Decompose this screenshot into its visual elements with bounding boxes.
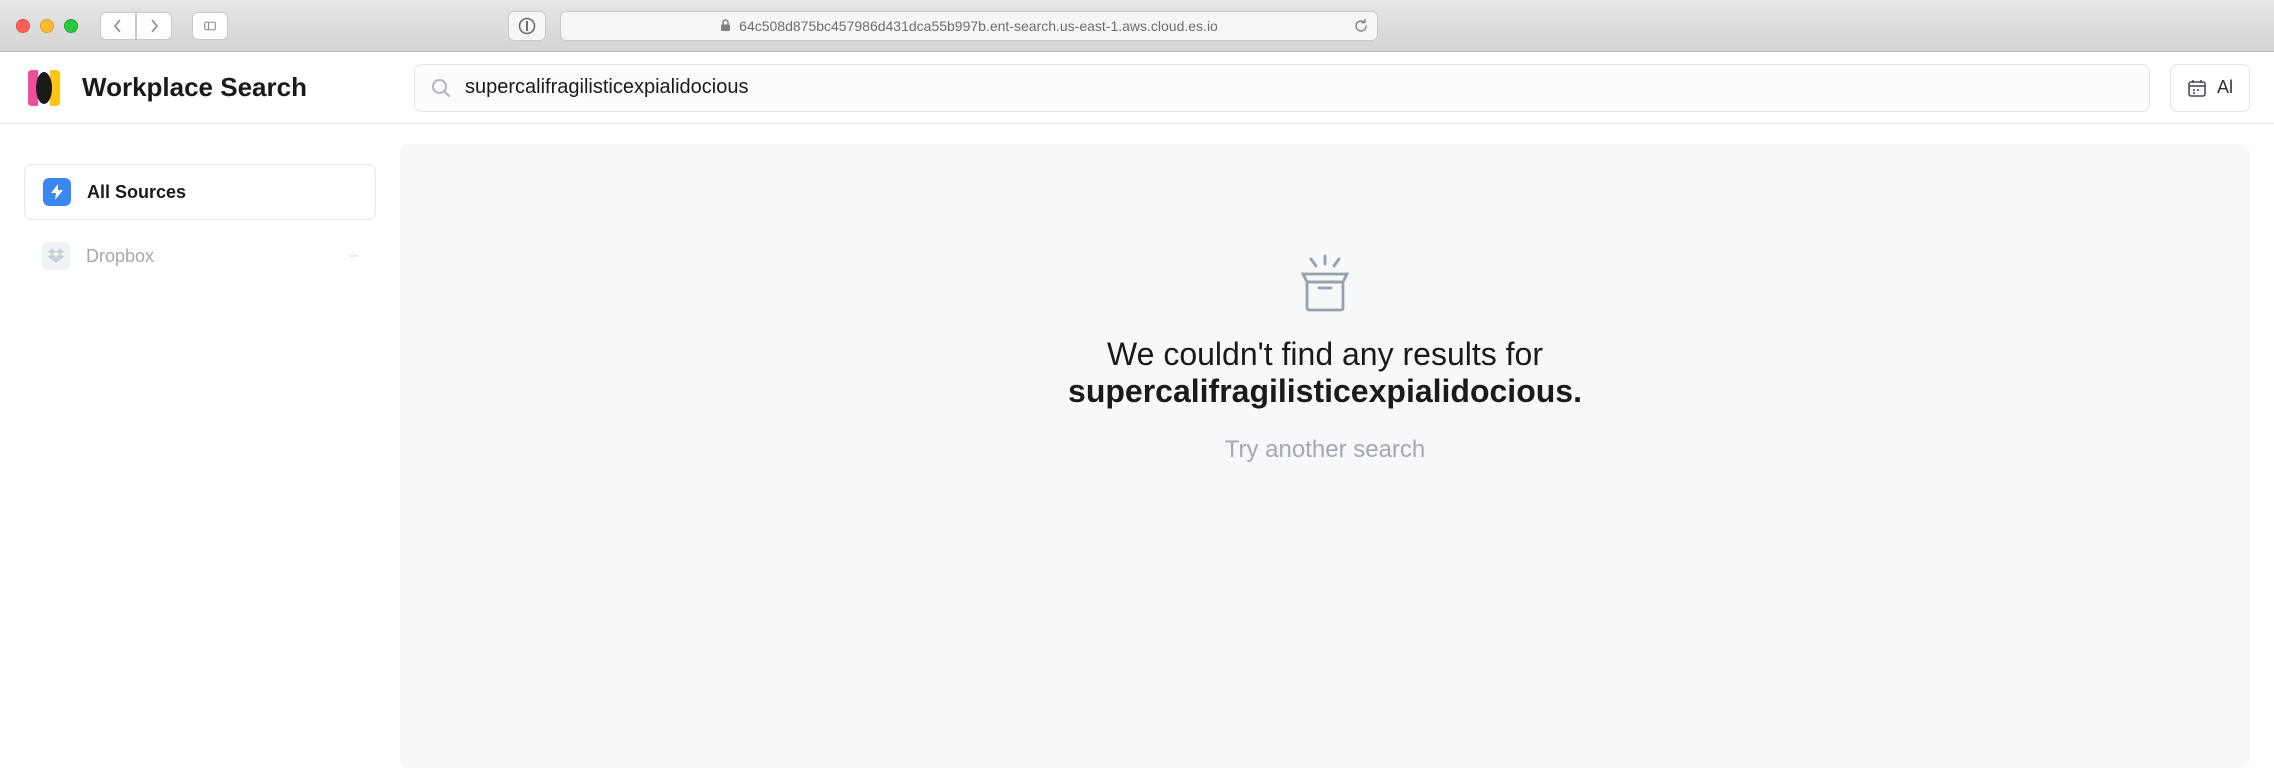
search-input[interactable]: [465, 76, 2133, 99]
lock-icon: [720, 19, 731, 32]
reader-mode-button[interactable]: [508, 11, 546, 41]
sidebar-item-dropbox[interactable]: Dropbox –: [24, 228, 376, 284]
close-window-button[interactable]: [16, 19, 30, 33]
app-title: Workplace Search: [82, 72, 307, 103]
sidebar-toggle-button[interactable]: [192, 12, 228, 40]
search-box[interactable]: [414, 64, 2150, 112]
no-results-hint: Try another search: [1225, 436, 1426, 464]
sidebar-item-label: Dropbox: [86, 246, 154, 267]
dropbox-icon: [42, 242, 70, 270]
maximize-window-button[interactable]: [64, 19, 78, 33]
time-filter-button[interactable]: Al: [2170, 64, 2250, 112]
calendar-icon: [2187, 78, 2207, 98]
sidebar-item-label: All Sources: [87, 182, 186, 203]
results-panel: We couldn't find any results for superca…: [400, 144, 2250, 768]
reload-icon[interactable]: [1353, 18, 1369, 34]
window-controls: [16, 19, 78, 33]
back-button[interactable]: [100, 12, 136, 40]
source-count-empty: –: [349, 247, 358, 265]
no-results-query: supercalifragilisticexpialidocious: [1068, 373, 1573, 409]
no-results-period: .: [1573, 373, 1582, 409]
url-text: 64c508d875bc457986d431dca55b997b.ent-sea…: [739, 18, 1218, 34]
empty-box-icon: [1297, 254, 1353, 314]
search-icon: [431, 78, 451, 98]
url-bar[interactable]: 64c508d875bc457986d431dca55b997b.ent-sea…: [560, 11, 1378, 41]
no-results-message: We couldn't find any results for: [1107, 336, 1543, 373]
browser-toolbar: 64c508d875bc457986d431dca55b997b.ent-sea…: [0, 0, 2274, 52]
bolt-icon: [43, 178, 71, 206]
time-filter-label: Al: [2217, 77, 2233, 98]
forward-button[interactable]: [136, 12, 172, 40]
sources-sidebar: All Sources Dropbox –: [0, 124, 400, 768]
minimize-window-button[interactable]: [40, 19, 54, 33]
app-header: Workplace Search Al: [0, 52, 2274, 124]
sidebar-item-all-sources[interactable]: All Sources: [24, 164, 376, 220]
app-logo: [24, 68, 64, 108]
